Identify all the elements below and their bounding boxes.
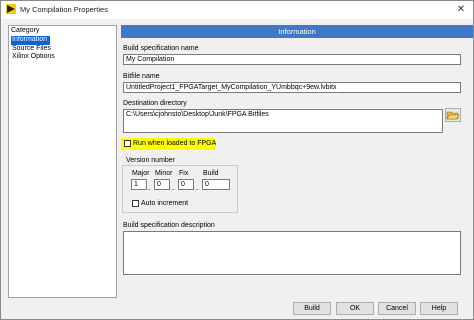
build-spec-name-label: Build specification name <box>123 45 199 52</box>
fix-field[interactable]: 0 <box>178 179 194 190</box>
major-label: Major <box>132 170 150 177</box>
build-spec-description-label: Build specification description <box>123 222 215 229</box>
help-button[interactable]: Help <box>420 302 458 315</box>
category-item-source-files[interactable]: Source Files <box>11 45 113 54</box>
properties-dialog: My Compilation Properties ✕ Category Inf… <box>0 0 474 320</box>
destination-directory-field[interactable]: C:\Users\cjohnsto\Desktop\Junk\FPGA Bitf… <box>123 109 443 133</box>
major-field[interactable]: 1 <box>131 179 147 190</box>
minor-field[interactable]: 0 <box>154 179 170 190</box>
window-title: My Compilation Properties <box>20 5 108 14</box>
title-bar: My Compilation Properties ✕ <box>1 1 473 19</box>
version-separator: . <box>172 183 175 192</box>
run-when-loaded-label: Run when loaded to FPGA <box>133 140 217 147</box>
bitfile-name-field[interactable]: UntitledProject1_FPGATarget_MyCompilatio… <box>123 82 461 93</box>
build-spec-description-field[interactable] <box>123 231 461 275</box>
destination-directory-label: Destination directory <box>123 100 187 107</box>
ok-button[interactable]: OK <box>336 302 374 315</box>
version-separator: . <box>148 183 151 192</box>
browse-button[interactable] <box>445 108 461 122</box>
panel-header: Information <box>121 25 473 38</box>
fix-label: Fix <box>179 170 189 177</box>
version-separator: . <box>196 183 199 192</box>
minor-label: Minor <box>155 170 173 177</box>
build-spec-name-field[interactable]: My Compilation <box>123 54 461 65</box>
cancel-button[interactable]: Cancel <box>378 302 416 315</box>
category-item-information[interactable]: Information <box>11 36 50 45</box>
close-icon[interactable]: ✕ <box>453 2 469 17</box>
category-list: Category Information Source Files Xilinx… <box>8 25 117 298</box>
build-field[interactable]: 0 <box>202 179 230 190</box>
build-label: Build <box>203 170 219 177</box>
auto-increment-checkbox[interactable] <box>132 200 139 207</box>
run-when-loaded-checkbox[interactable] <box>124 140 131 147</box>
category-header: Category <box>11 27 40 34</box>
category-item-xilinx-options[interactable]: Xilinx Options <box>11 53 113 62</box>
auto-increment-label: Auto increment <box>141 200 189 207</box>
folder-open-icon <box>446 111 460 120</box>
version-number-label: Version number <box>126 157 176 164</box>
bitfile-name-label: Bitfile name <box>123 73 160 80</box>
labview-app-icon <box>6 4 16 14</box>
build-button[interactable]: Build <box>293 302 331 315</box>
